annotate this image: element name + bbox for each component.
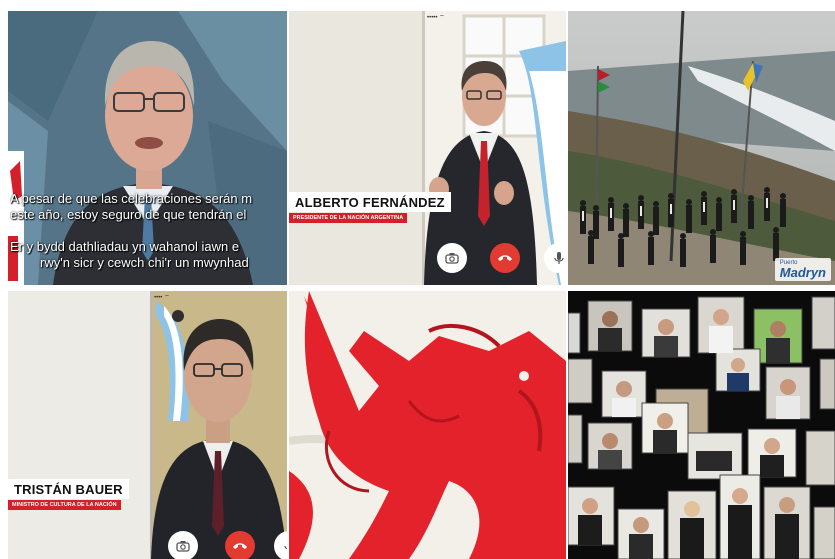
- microphone-icon: [554, 252, 564, 264]
- choir-collage-image: [568, 291, 835, 559]
- speaker-role-label: PRESIDENTE DE LA NACIÓN ARGENTINA: [289, 213, 408, 223]
- video-tile-virtual-choir[interactable]: [568, 291, 835, 559]
- camera-icon: [445, 253, 459, 264]
- phone-status-bar: •••• ⌔: [154, 295, 170, 301]
- camera-button[interactable]: [168, 531, 198, 559]
- subtitle-welsh: Er y bydd dathliadau yn wahanol iawn e r…: [10, 239, 287, 271]
- subtitle-spanish: A pesar de que las celebraciones serán m…: [10, 191, 287, 223]
- microphone-button[interactable]: [544, 243, 566, 273]
- phone-status-bar: ••••• ⌔: [427, 15, 445, 21]
- end-call-icon: [233, 543, 247, 549]
- speaker-name-label: ALBERTO FERNÁNDEZ: [289, 192, 451, 212]
- subtitle-spanish-line-1: A pesar de que las celebraciones serán m: [10, 191, 253, 206]
- video-tile-puerto-madryn[interactable]: Puerto Madryn: [568, 11, 835, 285]
- speaker-video-frame: [289, 11, 566, 285]
- microphone-icon: [284, 545, 287, 550]
- puerto-madryn-logo: Puerto Madryn: [774, 258, 831, 281]
- video-tile-tristan-bauer[interactable]: •••• ⌔ TRISTÁN BAUER MINISTRO DE CULTURA…: [8, 291, 287, 559]
- welsh-dragon-flag-image: [289, 291, 566, 559]
- video-tile-welsh-flag[interactable]: [289, 291, 566, 559]
- video-tile-alberto-fernandez[interactable]: ••••• ⌔ ALBERTO FERNÁNDEZ PRESIDENTE DE …: [289, 11, 566, 285]
- landscape-video-frame: [568, 11, 835, 285]
- video-tile-welsh-speaker[interactable]: A pesar de que las celebraciones serán m…: [8, 11, 287, 285]
- logo-text-big: Madryn: [779, 265, 826, 280]
- speaker-role-label: MINISTRO DE CULTURA DE LA NACIÓN: [8, 500, 121, 510]
- speaker-video-frame: [8, 291, 287, 559]
- subtitle-spanish-line-2: este año, estoy seguro de que tendrán el: [10, 207, 247, 222]
- speaker-name-label: TRISTÁN BAUER: [8, 479, 129, 499]
- end-call-icon: [498, 255, 512, 261]
- subtitle-welsh-line-2: rwy'n sicr y cewch chi'r un mwynhad: [40, 255, 249, 270]
- end-call-button[interactable]: [225, 531, 255, 559]
- camera-button[interactable]: [437, 243, 467, 273]
- end-call-button[interactable]: [490, 243, 520, 273]
- subtitle-welsh-line-1: Er y bydd dathliadau yn wahanol iawn e: [10, 239, 240, 254]
- camera-icon: [176, 541, 190, 552]
